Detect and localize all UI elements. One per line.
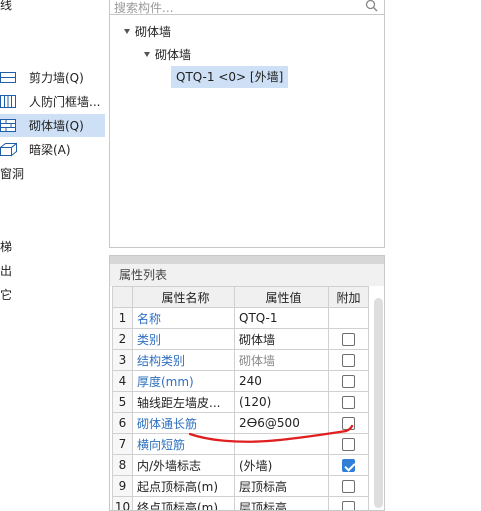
component-tree: 砌体墙 砌体墙 QTQ-1 <0> [外墙] xyxy=(109,15,385,248)
expand-caret-icon[interactable] xyxy=(144,52,150,57)
property-row-index: 2 xyxy=(112,328,133,350)
property-row-index: 9 xyxy=(112,475,133,497)
property-add-cell xyxy=(328,433,369,455)
component-nav: 线 剪力墙(Q) 人防门框墙... 砌体墙(Q) 暗梁(A) 窗洞 梯 出 它 xyxy=(0,0,105,511)
property-value[interactable]: 层顶标高 xyxy=(234,496,329,510)
property-add-cell xyxy=(328,328,369,350)
property-row-index: 5 xyxy=(112,391,133,413)
nav-fragment-top: 线 xyxy=(0,0,13,12)
property-row-index: 10 xyxy=(112,496,133,510)
component-search-input[interactable]: 搜索构件... xyxy=(109,0,385,15)
property-add-cell xyxy=(328,496,369,510)
property-value[interactable]: 砌体墙 xyxy=(234,349,329,371)
tree-node-root-label: 砌体墙 xyxy=(135,25,172,39)
property-row[interactable]: 2 类别 砌体墙 xyxy=(112,328,369,350)
add-checkbox[interactable] xyxy=(342,480,355,493)
nav-fragment-stair[interactable]: 梯 xyxy=(0,238,12,255)
add-checkbox[interactable] xyxy=(342,333,355,346)
add-checkbox[interactable] xyxy=(342,396,355,409)
nav-label-shear-wall: 剪力墙(Q) xyxy=(29,71,84,85)
add-checkbox[interactable] xyxy=(342,459,355,472)
property-row[interactable]: 3 结构类别 砌体墙 xyxy=(112,349,369,371)
add-checkbox[interactable] xyxy=(342,354,355,367)
property-name: 终点顶标高(m) xyxy=(132,496,235,510)
property-row[interactable]: 5 轴线距左墙皮... (120) xyxy=(112,391,369,413)
nav-item-hidden-beam[interactable]: 暗梁(A) xyxy=(0,138,105,161)
property-name: 名称 xyxy=(132,307,235,329)
property-name: 结构类别 xyxy=(132,349,235,371)
property-name: 厚度(mm) xyxy=(132,370,235,392)
header-value: 属性值 xyxy=(234,286,329,308)
expand-caret-icon[interactable] xyxy=(124,29,130,34)
property-panel-title: 属性列表 xyxy=(110,264,384,286)
property-value[interactable]: 240 xyxy=(234,370,329,392)
property-row-index: 1 xyxy=(112,307,133,329)
add-checkbox[interactable] xyxy=(342,438,355,451)
property-name: 起点顶标高(m) xyxy=(132,475,235,497)
property-value[interactable]: 层顶标高 xyxy=(234,475,329,497)
property-row-index: 3 xyxy=(112,349,133,371)
nav-label-masonry-wall: 砌体墙(Q) xyxy=(29,119,84,133)
hidden-beam-icon xyxy=(0,142,17,157)
nav-fragment-out[interactable]: 出 xyxy=(0,262,12,279)
property-add-cell xyxy=(328,391,369,413)
property-row-index: 4 xyxy=(112,370,133,392)
property-name: 内/外墙标志 xyxy=(132,454,235,476)
nav-item-civil-defense-door-frame-wall[interactable]: 人防门框墙... xyxy=(0,90,105,113)
property-value[interactable]: QTQ-1 xyxy=(234,307,329,329)
property-add-cell xyxy=(328,454,369,476)
civil-defense-door-frame-wall-icon xyxy=(0,95,16,108)
shear-wall-icon xyxy=(0,72,16,83)
property-panel: 属性列表 属性名称 属性值 附加 1 名称 QTQ-1 2 类别 砌体墙 3 结构类别 砌体墙 4… xyxy=(109,255,385,511)
property-name: 轴线距左墙皮... xyxy=(132,391,235,413)
masonry-wall-icon xyxy=(0,119,16,132)
nav-label-civil-defense-door-frame-wall: 人防门框墙... xyxy=(29,95,101,109)
tree-node-child[interactable]: 砌体墙 xyxy=(144,46,191,63)
property-row[interactable]: 9 起点顶标高(m) 层顶标高 xyxy=(112,475,369,497)
property-row-index: 6 xyxy=(112,412,133,434)
tree-node-leaf-selected[interactable]: QTQ-1 <0> [外墙] xyxy=(171,66,289,88)
property-row[interactable]: 8 内/外墙标志 (外墙) xyxy=(112,454,369,476)
add-checkbox[interactable] xyxy=(342,501,355,510)
tree-node-root[interactable]: 砌体墙 xyxy=(124,23,171,40)
property-row[interactable]: 1 名称 QTQ-1 xyxy=(112,307,369,329)
property-row[interactable]: 6 砌体通长筋 2ⴱ6@500 xyxy=(112,412,369,434)
property-value[interactable] xyxy=(234,433,329,455)
panel-divider xyxy=(110,256,384,264)
add-checkbox[interactable] xyxy=(342,375,355,388)
property-name: 横向短筋 xyxy=(132,433,235,455)
tree-node-child-label: 砌体墙 xyxy=(155,48,192,62)
property-name: 类别 xyxy=(132,328,235,350)
property-row[interactable]: 10 终点顶标高(m) 层顶标高 xyxy=(112,496,369,510)
search-icon[interactable] xyxy=(365,0,378,12)
header-name: 属性名称 xyxy=(132,286,235,308)
property-value[interactable]: 砌体墙 xyxy=(234,328,329,350)
property-table-header: 属性名称 属性值 附加 xyxy=(112,286,369,308)
property-row[interactable]: 7 横向短筋 xyxy=(112,433,369,455)
property-row-index: 7 xyxy=(112,433,133,455)
property-add-cell xyxy=(328,412,369,434)
nav-fragment-other[interactable]: 它 xyxy=(0,286,12,303)
property-scrollbar[interactable] xyxy=(374,298,383,508)
header-index xyxy=(112,286,133,308)
property-add-cell xyxy=(328,370,369,392)
property-value[interactable]: 2ⴱ6@500 xyxy=(234,412,329,434)
property-name: 砌体通长筋 xyxy=(132,412,235,434)
header-add: 附加 xyxy=(328,286,369,308)
property-add-cell xyxy=(328,475,369,497)
nav-fragment-window-opening[interactable]: 窗洞 xyxy=(0,165,24,182)
property-value[interactable]: (120) xyxy=(234,391,329,413)
property-row-index: 8 xyxy=(112,454,133,476)
search-placeholder: 搜索构件... xyxy=(114,1,174,15)
property-row[interactable]: 4 厚度(mm) 240 xyxy=(112,370,369,392)
add-checkbox[interactable] xyxy=(342,417,355,430)
property-add-cell xyxy=(328,349,369,371)
property-add-cell xyxy=(328,307,369,329)
property-value[interactable]: (外墙) xyxy=(234,454,329,476)
nav-label-hidden-beam: 暗梁(A) xyxy=(29,143,71,157)
nav-item-masonry-wall[interactable]: 砌体墙(Q) xyxy=(0,114,105,137)
nav-item-shear-wall[interactable]: 剪力墙(Q) xyxy=(0,66,105,89)
property-table: 属性名称 属性值 附加 1 名称 QTQ-1 2 类别 砌体墙 3 结构类别 砌体墙 4 厚度(mm… xyxy=(112,286,369,510)
